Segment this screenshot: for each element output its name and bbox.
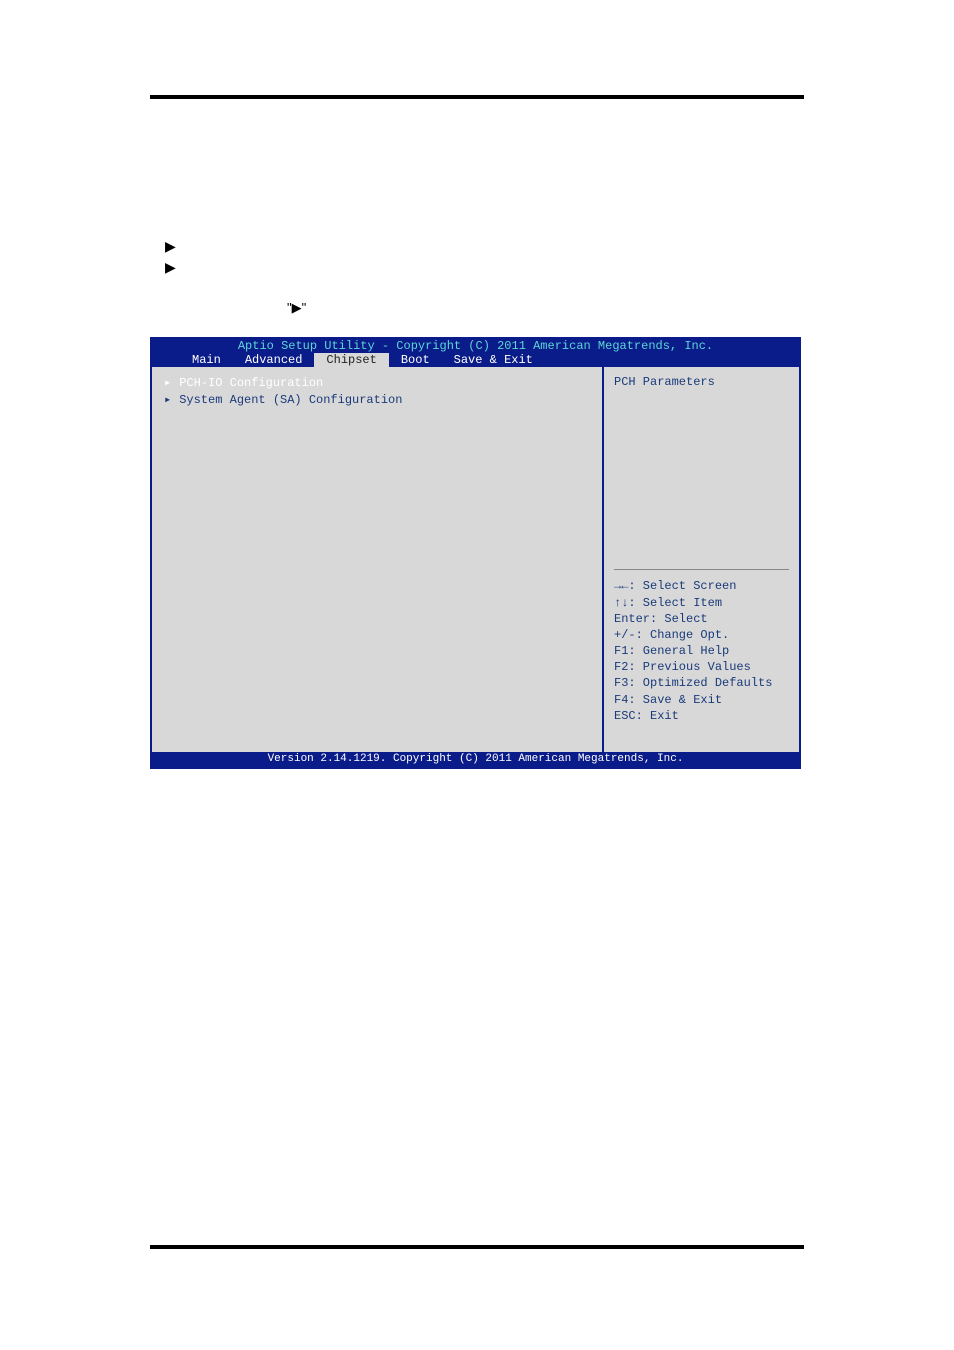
key-hint: F1: General Help bbox=[614, 643, 789, 659]
tab-save-exit[interactable]: Save & Exit bbox=[442, 353, 545, 367]
menu-item-pch-io[interactable]: ▸ PCH-IO Configuration bbox=[164, 375, 590, 390]
bios-tab-bar: Main Advanced Chipset Boot Save & Exit bbox=[150, 353, 801, 367]
bios-header: Aptio Setup Utility - Copyright (C) 2011… bbox=[150, 337, 801, 367]
bios-help-panel: PCH Parameters →←: Select Screen ↑↓: Sel… bbox=[604, 367, 799, 752]
quoted-arrow-text: "▶" bbox=[287, 300, 306, 316]
key-hint: ESC: Exit bbox=[614, 708, 789, 724]
bios-body: ▸ PCH-IO Configuration ▸ System Agent (S… bbox=[150, 367, 801, 752]
tab-chipset[interactable]: Chipset bbox=[314, 353, 388, 367]
key-hint: +/-: Change Opt. bbox=[614, 627, 789, 643]
bios-title: Aptio Setup Utility - Copyright (C) 2011… bbox=[150, 337, 801, 353]
key-hint: F2: Previous Values bbox=[614, 659, 789, 675]
key-hint: F3: Optimized Defaults bbox=[614, 675, 789, 691]
menu-item-label: System Agent (SA) Configuration bbox=[179, 393, 402, 407]
submenu-arrow-icon: ▸ bbox=[164, 392, 172, 407]
tab-advanced[interactable]: Advanced bbox=[233, 353, 315, 367]
key-hint: →←: Select Screen bbox=[614, 578, 789, 594]
play-arrow-icon: ▶ bbox=[165, 238, 176, 255]
bios-footer: Version 2.14.1219. Copyright (C) 2011 Am… bbox=[150, 752, 801, 769]
key-hint: Enter: Select bbox=[614, 611, 789, 627]
bullet-arrow-list: ▶ ▶ bbox=[165, 238, 176, 280]
key-hint: ↑↓: Select Item bbox=[614, 595, 789, 611]
play-arrow-icon: ▶ bbox=[165, 259, 176, 276]
horizontal-rule-bottom bbox=[150, 1245, 804, 1249]
horizontal-rule-top bbox=[150, 95, 804, 99]
submenu-arrow-icon: ▸ bbox=[164, 375, 172, 390]
menu-item-label: PCH-IO Configuration bbox=[179, 376, 323, 390]
bios-setup-window: Aptio Setup Utility - Copyright (C) 2011… bbox=[150, 337, 801, 769]
menu-item-system-agent[interactable]: ▸ System Agent (SA) Configuration bbox=[164, 392, 590, 407]
key-hint: F4: Save & Exit bbox=[614, 692, 789, 708]
bios-menu-panel: ▸ PCH-IO Configuration ▸ System Agent (S… bbox=[152, 367, 604, 752]
help-description: PCH Parameters bbox=[614, 375, 789, 389]
tab-boot[interactable]: Boot bbox=[389, 353, 442, 367]
tab-main[interactable]: Main bbox=[180, 353, 233, 367]
keyboard-shortcuts: →←: Select Screen ↑↓: Select Item Enter:… bbox=[614, 569, 789, 724]
